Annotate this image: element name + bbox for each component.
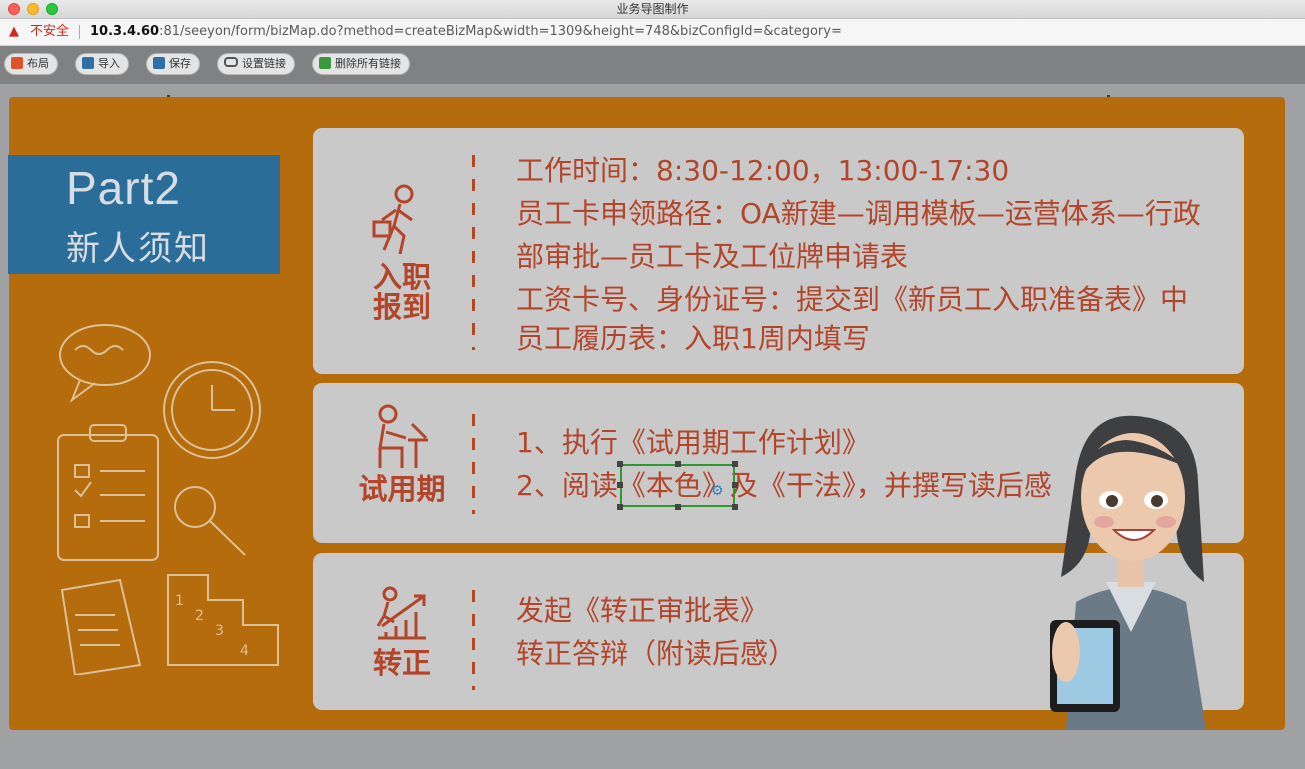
resize-handle[interactable]	[617, 482, 623, 488]
regularization-line-2: 转正答辩（附读后感）	[516, 637, 797, 670]
url-text[interactable]: 10.3.4.60:81/seeyon/form/bizMap.do?metho…	[90, 19, 842, 45]
url-host: 10.3.4.60	[90, 24, 160, 39]
address-divider	[79, 25, 80, 39]
part-title: Part2	[66, 162, 181, 214]
onboarding-line-1: 工作时间：8:30-12:00，13:00-17:30	[516, 154, 1010, 187]
set-link-button[interactable]: 设置链接	[217, 53, 295, 75]
svg-text:2: 2	[195, 608, 204, 624]
resize-handle[interactable]	[675, 461, 681, 467]
gear-icon[interactable]: ⚙	[711, 483, 724, 499]
editor-toolbar: 布局 导入 保存 设置链接 删除所有链接	[0, 46, 1305, 84]
import-button[interactable]: 导入	[75, 53, 129, 75]
save-button[interactable]: 保存	[146, 53, 200, 75]
layout-button-label: 布局	[27, 57, 49, 70]
url-path: :81/seeyon/form/bizMap.do?method=createB…	[159, 24, 842, 39]
resize-handle[interactable]	[732, 482, 738, 488]
section-label-regularization: 转正	[372, 646, 431, 680]
import-icon	[82, 57, 94, 69]
onboarding-line-5: 员工履历表：入职1周内填写	[516, 322, 870, 355]
dashed-divider	[472, 155, 475, 350]
section-label-onboarding: 入职 报到	[358, 262, 446, 322]
onboarding-line-4: 工资卡号、身份证号：提交到《新员工入职准备表》中	[516, 283, 1189, 316]
svg-text:1: 1	[175, 593, 184, 609]
resize-handle[interactable]	[617, 504, 623, 510]
walking-person-icon	[372, 184, 414, 255]
security-status[interactable]: 不安全	[30, 19, 69, 45]
svg-text:4: 4	[240, 643, 249, 659]
onboarding-line-3: 部审批—员工卡及工位牌申请表	[516, 240, 909, 273]
growth-chart-icon	[376, 586, 426, 640]
cartoon-woman-icon	[1050, 415, 1206, 730]
link-icon	[224, 57, 238, 67]
part-heading-box: Part2 新人须知	[8, 155, 280, 274]
window-titlebar: 业务导图制作	[0, 0, 1305, 19]
probation-line-1: 1、执行《试用期工作计划》	[516, 426, 870, 459]
onboarding-line-2: 员工卡申领路径：OA新建—调用模板—运营体系—行政	[516, 197, 1201, 230]
save-button-label: 保存	[169, 57, 191, 70]
person-at-desk-icon	[378, 404, 428, 468]
trash-icon	[319, 57, 331, 69]
svg-text:3: 3	[215, 623, 224, 639]
resize-handle[interactable]	[732, 504, 738, 510]
save-icon	[153, 57, 165, 69]
window-title: 业务导图制作	[616, 2, 689, 16]
delete-all-links-button-label: 删除所有链接	[335, 57, 401, 70]
address-bar[interactable]: ▲ 不安全 10.3.4.60:81/seeyon/form/bizMap.do…	[0, 19, 1305, 46]
section-label-line: 入职	[372, 260, 431, 294]
warning-icon: ▲	[9, 24, 19, 39]
regularization-line-1: 发起《转正审批表》	[516, 594, 769, 627]
delete-all-links-button[interactable]: 删除所有链接	[312, 53, 410, 75]
layout-button[interactable]: 布局	[4, 53, 58, 75]
dashed-divider	[472, 414, 475, 514]
resize-handle[interactable]	[732, 461, 738, 467]
dashed-divider	[472, 590, 475, 690]
resize-handle[interactable]	[617, 461, 623, 467]
decorative-sketch-icon: 1 2 3 4	[57, 324, 279, 675]
resize-handle[interactable]	[675, 504, 681, 510]
import-button-label: 导入	[98, 57, 120, 70]
layout-icon	[11, 57, 23, 69]
probation-line-2: 2、阅读《本色》及《干法》，并撰写读后感	[516, 469, 1052, 502]
part-subtitle: 新人须知	[66, 229, 210, 269]
section-label-line: 报到	[372, 290, 431, 324]
section-label-probation: 试用期	[358, 472, 446, 506]
set-link-button-label: 设置链接	[242, 57, 286, 70]
